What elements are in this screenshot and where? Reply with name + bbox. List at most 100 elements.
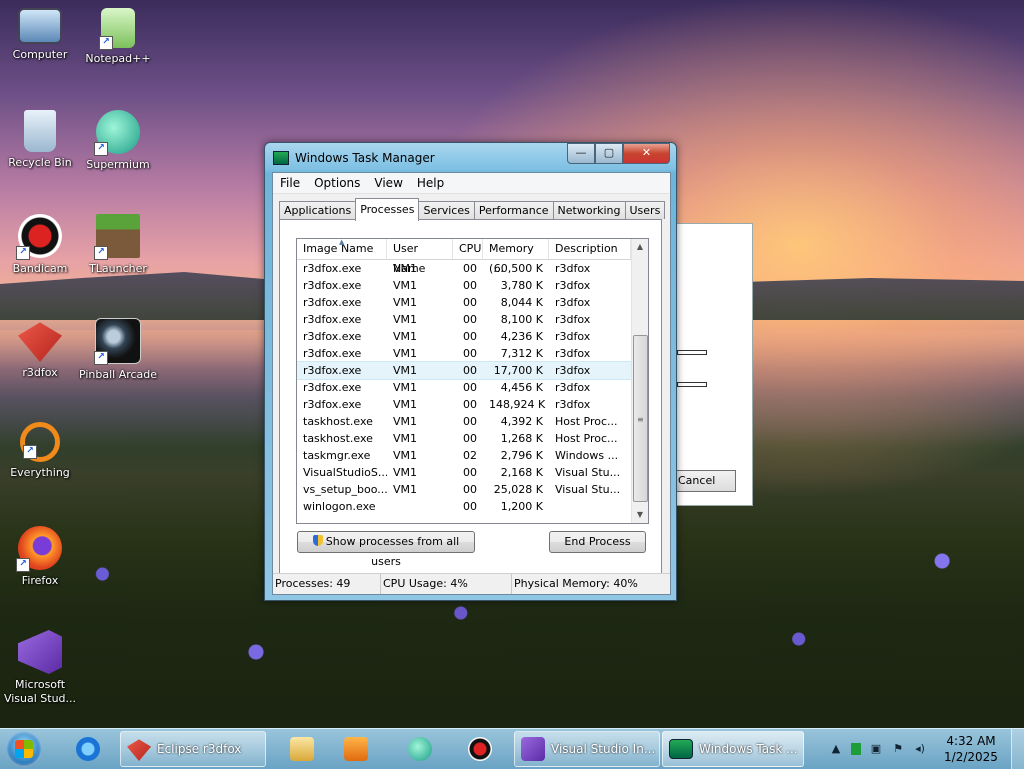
desktop-icon-computer[interactable]: Computer [0, 8, 80, 62]
visual-studio-icon [18, 630, 62, 674]
process-row[interactable]: taskhost.exe VM1 00 4,392 K Host Proc... [297, 413, 648, 430]
minimize-button[interactable]: — [567, 143, 595, 164]
process-row[interactable]: r3dfox.exe VM1 00 7,312 K r3dfox [297, 345, 648, 362]
desktop-icon-recycle-bin[interactable]: Recycle Bin [0, 110, 80, 170]
vertical-scrollbar[interactable]: ▲ ≡ ▼ [631, 239, 648, 523]
tray-app-icon[interactable] [851, 743, 861, 755]
taskbar-pinned-explorer[interactable] [276, 731, 328, 767]
process-row[interactable]: r3dfox.exe VM1 00 17,700 K r3dfox [297, 361, 648, 380]
process-row[interactable]: r3dfox.exe VM1 00 4,456 K r3dfox [297, 379, 648, 396]
column-image-name[interactable]: ▲ Image Name [297, 239, 387, 259]
desktop-icon-tlauncher[interactable]: ↗ TLauncher [78, 214, 158, 276]
process-rows: r3dfox.exe VM1 00 60,500 Kr3dfox r3dfox.exe V… [297, 260, 648, 515]
desktop-icon-everything[interactable]: ↗ Everything [0, 422, 80, 480]
taskbar-item-visual-studio[interactable]: Visual Studio In... [514, 731, 660, 767]
desktop-icon-r3dfox[interactable]: r3dfox [0, 318, 80, 380]
column-description[interactable]: Description [549, 239, 631, 259]
taskbar-pinned-bandicam[interactable] [454, 731, 506, 767]
process-row[interactable]: r3dfox.exe VM1 00 3,780 K r3dfox [297, 277, 648, 294]
action-center-flag-icon[interactable]: ⚑ [891, 742, 905, 756]
show-all-processes-button[interactable]: Show processes from all users [297, 531, 475, 568]
task-manager-window: Windows Task Manager — ▢ ✕ File Options … [264, 142, 677, 601]
processes-panel: ▲ Image Name User Name CPU Memory (... De… [279, 219, 662, 574]
scroll-up-arrow-icon[interactable]: ▲ [632, 239, 648, 255]
scroll-down-arrow-icon[interactable]: ▼ [632, 507, 648, 523]
tab-performance[interactable]: Performance [473, 201, 554, 219]
cell-user-name: VM1 [393, 449, 418, 462]
process-row[interactable]: vs_setup_boo... VM1 00 25,028 K Visual Stu..… [297, 481, 648, 498]
cell-description: r3dfox [555, 279, 591, 292]
sort-ascending-icon: ▲ [339, 238, 345, 246]
taskbar-pinned-media-player[interactable] [330, 731, 382, 767]
show-desktop-button[interactable] [1011, 729, 1024, 769]
column-memory[interactable]: Memory (... [483, 239, 549, 275]
cell-description: r3dfox [555, 313, 591, 326]
menu-view[interactable]: View [369, 175, 407, 191]
tab-networking[interactable]: Networking [552, 201, 626, 219]
cell-memory: 25,028 K [493, 483, 543, 496]
cell-cpu: 00 [463, 415, 477, 428]
cell-image-name: r3dfox.exe [303, 296, 362, 309]
cell-user-name: VM1 [393, 296, 418, 309]
close-button[interactable]: ✕ [623, 143, 670, 164]
process-row[interactable]: r3dfox.exe VM1 00 4,236 K r3dfox [297, 328, 648, 345]
cell-cpu: 00 [463, 330, 477, 343]
process-row[interactable]: r3dfox.exe VM1 00 8,044 K r3dfox [297, 294, 648, 311]
maximize-button[interactable]: ▢ [595, 143, 623, 164]
column-user-name[interactable]: User Name [387, 239, 453, 275]
taskbar-pinned-supermium[interactable] [394, 731, 446, 767]
task-manager-icon [669, 739, 693, 759]
desktop-icon-label: Firefox [21, 574, 59, 587]
process-row[interactable]: VisualStudioS... VM1 00 2,168 K Visual Stu..… [297, 464, 648, 481]
start-button[interactable] [6, 731, 42, 767]
bandicam-icon: ↗ [16, 214, 62, 260]
clock[interactable]: 4:32 AM 1/2/2025 [931, 733, 1011, 765]
cell-memory: 148,924 K [489, 398, 546, 411]
desktop-icon-visual-studio[interactable]: Microsoft Visual Stud... [0, 630, 80, 706]
menu-help[interactable]: Help [412, 175, 449, 191]
process-row[interactable]: r3dfox.exe VM1 00 148,924 K r3dfox [297, 396, 648, 413]
desktop-icon-pinball-arcade[interactable]: ↗ Pinball Arcade [78, 318, 158, 382]
r3dfox-icon [127, 739, 151, 761]
desktop-icon-bandicam[interactable]: ↗ Bandicam [0, 214, 80, 276]
process-row[interactable]: winlogon.exe 00 1,200 K [297, 498, 648, 515]
desktop-icon-firefox[interactable]: ↗ Firefox [0, 526, 80, 588]
taskbar-item-eclipse-r3dfox[interactable]: Eclipse r3dfox [120, 731, 266, 767]
cell-description: r3dfox [555, 347, 591, 360]
scrollbar-thumb[interactable]: ≡ [633, 335, 648, 502]
cancel-button[interactable]: Cancel [675, 470, 736, 492]
menu-options[interactable]: Options [309, 175, 365, 191]
r3dfox-icon [18, 322, 62, 362]
process-row[interactable]: r3dfox.exe VM1 00 8,100 K r3dfox [297, 311, 648, 328]
cell-cpu: 00 [463, 279, 477, 292]
tab-applications[interactable]: Applications [279, 201, 357, 219]
cell-description: r3dfox [555, 398, 591, 411]
recycle-bin-icon [24, 110, 56, 152]
desktop-icon-notepadpp[interactable]: ↗ Notepad++ [78, 8, 158, 66]
cell-description: r3dfox [555, 364, 591, 377]
tab-users[interactable]: Users [624, 201, 666, 219]
network-icon[interactable]: ▣ [869, 742, 883, 756]
column-cpu[interactable]: CPU [453, 239, 483, 259]
cell-image-name: r3dfox.exe [303, 364, 362, 377]
grip-icon: ≡ [637, 415, 644, 424]
end-process-button[interactable]: End Process [549, 531, 646, 553]
desktop-icon-supermium[interactable]: ↗ Supermium [78, 110, 158, 172]
process-row[interactable]: r3dfox.exe VM1 00 60,500 Kr3dfox [297, 260, 648, 277]
title-bar[interactable]: Windows Task Manager [273, 149, 435, 167]
process-row[interactable]: taskmgr.exe VM1 02 2,796 K Windows ... [297, 447, 648, 464]
menu-bar: File Options View Help [273, 173, 670, 194]
menu-file[interactable]: File [275, 175, 305, 191]
taskbar-pinned-ie[interactable] [62, 731, 114, 767]
cell-description: r3dfox [555, 296, 591, 309]
process-row[interactable]: taskhost.exe VM1 00 1,268 K Host Proc... [297, 430, 648, 447]
volume-icon[interactable]: ◂) [913, 742, 927, 756]
cell-image-name: taskhost.exe [303, 415, 373, 428]
cell-user-name: VM1 [393, 381, 418, 394]
tab-services[interactable]: Services [418, 201, 475, 219]
tab-processes[interactable]: Processes [355, 198, 420, 221]
clock-time: 4:32 AM [946, 734, 996, 748]
cell-memory: 7,312 K [500, 347, 543, 360]
show-hidden-icons-icon[interactable]: ▲ [829, 742, 843, 756]
taskbar-item-task-manager[interactable]: Windows Task ... [662, 731, 804, 767]
